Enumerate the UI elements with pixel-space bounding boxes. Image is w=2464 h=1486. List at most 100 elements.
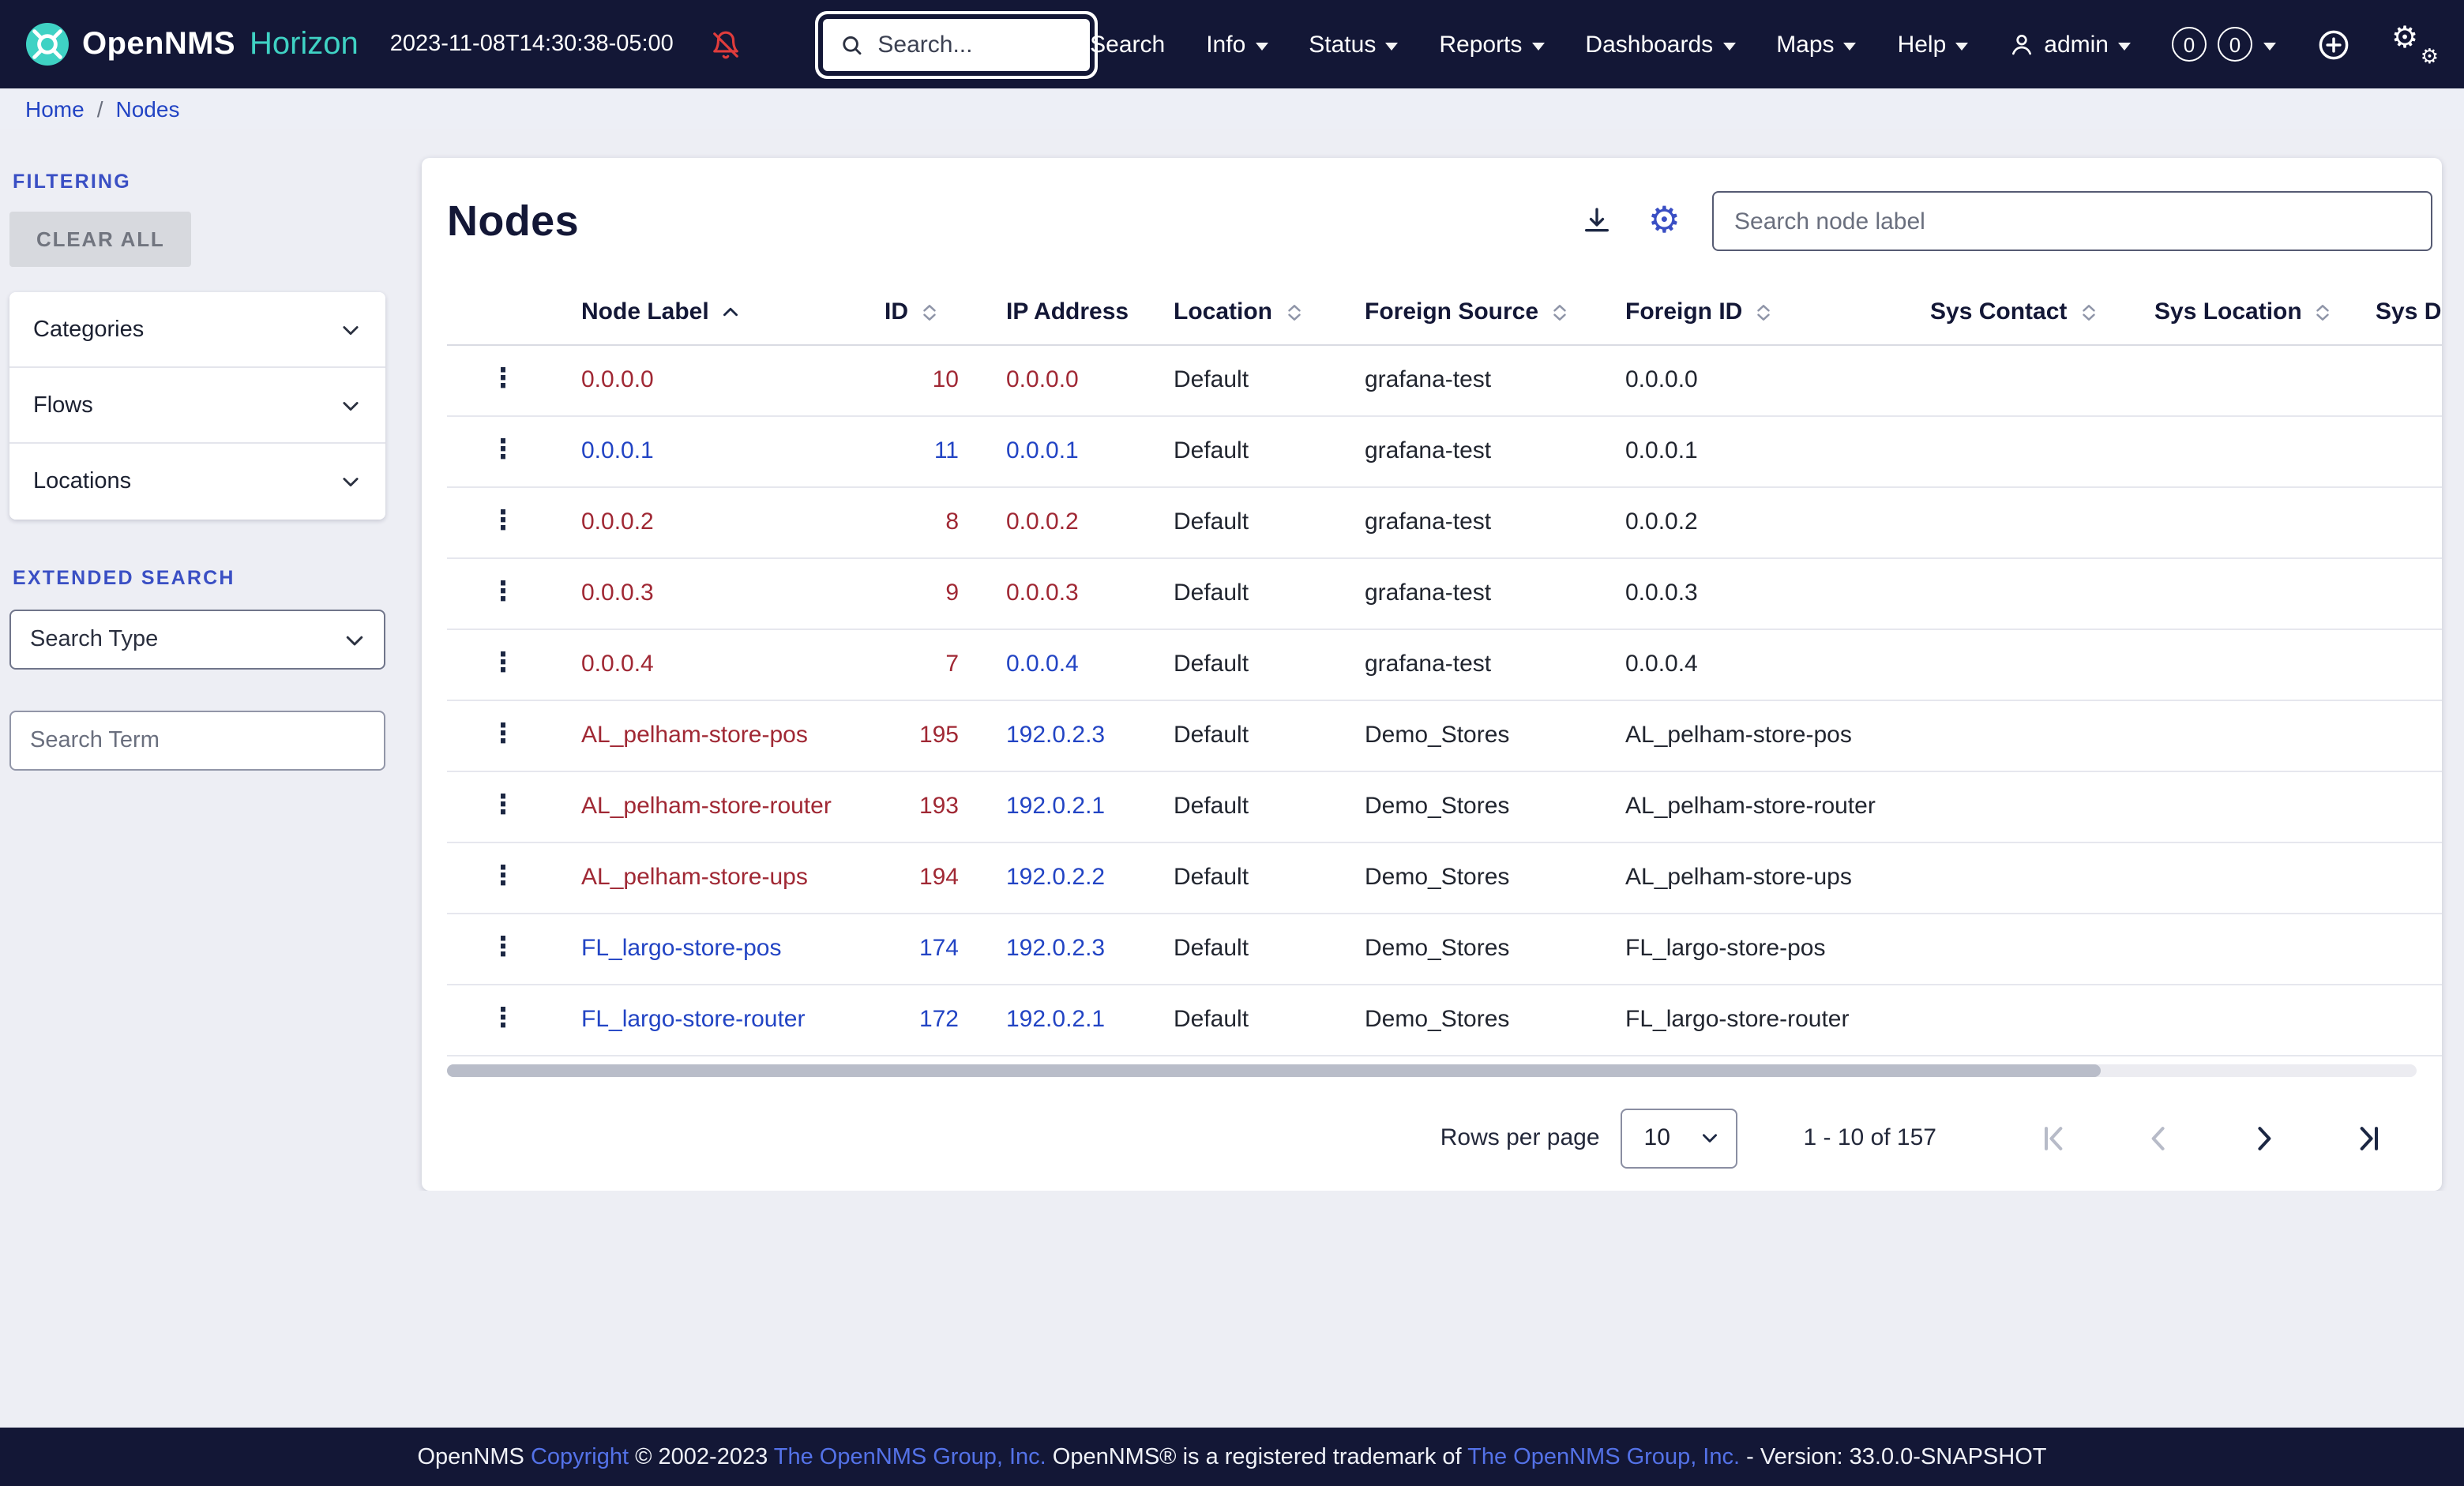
node-label-link[interactable]: AL_pelham-store-pos xyxy=(581,722,808,749)
cell-foreign-id: 0.0.0.1 xyxy=(1625,415,1930,487)
export-download-icon[interactable] xyxy=(1582,205,1613,237)
nav-item-info[interactable]: Info xyxy=(1206,31,1268,58)
nav-item-dashboards[interactable]: Dashboards xyxy=(1585,31,1736,58)
node-id-link[interactable]: 174 xyxy=(919,935,959,962)
row-actions-menu-icon[interactable]: ⋮ xyxy=(490,1003,516,1034)
column-header-node-label[interactable]: Node Label xyxy=(581,281,885,345)
column-header-foreign-source[interactable]: Foreign Source xyxy=(1365,281,1625,345)
notification-count-badge[interactable]: 0 xyxy=(2218,27,2252,62)
node-ip-link[interactable]: 0.0.0.2 xyxy=(1006,508,1079,535)
node-ip-link[interactable]: 192.0.2.3 xyxy=(1006,722,1105,749)
row-actions-menu-icon[interactable]: ⋮ xyxy=(490,790,516,821)
node-id-link[interactable]: 194 xyxy=(919,864,959,891)
node-ip-link[interactable]: 192.0.2.3 xyxy=(1006,935,1105,962)
node-id-link[interactable]: 9 xyxy=(945,580,959,606)
nav-item-reports[interactable]: Reports xyxy=(1439,31,1545,58)
node-id-link[interactable]: 193 xyxy=(919,793,959,820)
column-header-location[interactable]: Location xyxy=(1174,281,1365,345)
node-id-link[interactable]: 10 xyxy=(933,366,959,393)
previous-page-button[interactable] xyxy=(2142,1120,2177,1155)
filter-accordion-flows[interactable]: Flows xyxy=(9,368,385,444)
cell-foreign-id: FL_largo-store-router xyxy=(1625,984,1930,1056)
node-label-link[interactable]: FL_largo-store-router xyxy=(581,1006,805,1033)
cell-location: Default xyxy=(1174,629,1365,700)
chevron-down-icon xyxy=(2118,42,2131,50)
node-id-link[interactable]: 8 xyxy=(945,508,959,535)
global-search-input[interactable] xyxy=(877,31,1073,58)
rows-per-page-select[interactable]: 10 xyxy=(1620,1108,1737,1168)
cell-location: Default xyxy=(1174,984,1365,1056)
nav-item-maps[interactable]: Maps xyxy=(1776,31,1857,58)
node-label-link[interactable]: AL_pelham-store-ups xyxy=(581,864,808,891)
row-actions-menu-icon[interactable]: ⋮ xyxy=(490,576,516,608)
filter-accordion-categories[interactable]: Categories xyxy=(9,292,385,368)
row-actions-menu-icon[interactable]: ⋮ xyxy=(490,363,516,395)
row-actions-menu-icon[interactable]: ⋮ xyxy=(490,505,516,537)
node-label-link[interactable]: AL_pelham-store-router xyxy=(581,793,832,820)
node-label-link[interactable]: 0.0.0.3 xyxy=(581,580,654,606)
nav-item-help[interactable]: Help xyxy=(1898,31,1969,58)
node-ip-link[interactable]: 0.0.0.3 xyxy=(1006,580,1079,606)
search-term-input[interactable] xyxy=(9,711,385,771)
footer-link[interactable]: The OpenNMS Group, Inc. xyxy=(1467,1444,1740,1469)
footer-link[interactable]: Copyright xyxy=(531,1444,629,1469)
cell-foreign-source: grafana-test xyxy=(1365,415,1625,487)
node-label-search-input[interactable] xyxy=(1712,191,2432,251)
row-actions-menu-icon[interactable]: ⋮ xyxy=(490,861,516,892)
node-id-link[interactable]: 11 xyxy=(934,437,959,464)
node-ip-link[interactable]: 0.0.0.1 xyxy=(1006,437,1079,464)
column-header-sys-location[interactable]: Sys Location xyxy=(2154,281,2376,345)
node-ip-link[interactable]: 0.0.0.0 xyxy=(1006,366,1079,393)
nav-item-admin[interactable]: admin xyxy=(2009,31,2131,58)
footer-text-segment: OpenNMS xyxy=(417,1444,531,1469)
row-actions-menu-icon[interactable]: ⋮ xyxy=(490,434,516,466)
table-settings-gear-icon[interactable]: ⚙ xyxy=(1648,202,1681,239)
sort-icon xyxy=(1549,300,1570,325)
node-id-link[interactable]: 172 xyxy=(919,1006,959,1033)
search-type-select[interactable]: Search Type xyxy=(9,610,385,670)
node-label-link[interactable]: FL_largo-store-pos xyxy=(581,935,781,962)
column-header-sys-d[interactable]: Sys D xyxy=(2376,281,2442,345)
node-id-link[interactable]: 195 xyxy=(919,722,959,749)
table-row: ⋮ 0.0.0.1 11 0.0.0.1 Default grafana-test 0.0.… xyxy=(447,415,2442,487)
node-label-link[interactable]: 0.0.0.1 xyxy=(581,437,654,464)
rows-per-page-label: Rows per page xyxy=(1440,1124,1600,1151)
column-header-sys-contact[interactable]: Sys Contact xyxy=(1930,281,2154,345)
cell-sys-contact xyxy=(1930,984,2154,1056)
column-header-id[interactable]: ID xyxy=(885,281,1006,345)
nodes-table-wrap: Node Label ID IP Address Location Foreign So… xyxy=(447,281,2442,1056)
opennms-logo-icon xyxy=(26,23,69,66)
row-actions-menu-icon[interactable]: ⋮ xyxy=(490,719,516,750)
node-ip-link[interactable]: 192.0.2.1 xyxy=(1006,1006,1105,1033)
breadcrumb-home[interactable]: Home xyxy=(25,96,85,122)
next-page-button[interactable] xyxy=(2246,1120,2281,1155)
first-page-button[interactable] xyxy=(2038,1120,2072,1155)
footer-link[interactable]: The OpenNMS Group, Inc. xyxy=(774,1444,1046,1469)
node-label-link[interactable]: 0.0.0.2 xyxy=(581,508,654,535)
brand[interactable]: OpenNMS Horizon xyxy=(25,22,359,66)
last-page-button[interactable] xyxy=(2350,1120,2385,1155)
notification-badges[interactable]: 00 xyxy=(2172,27,2276,62)
breadcrumb-current[interactable]: Nodes xyxy=(116,96,180,122)
nav-item-status[interactable]: Status xyxy=(1309,31,1399,58)
column-header-foreign-id[interactable]: Foreign ID xyxy=(1625,281,1930,345)
chevron-down-icon xyxy=(1722,42,1736,50)
nav-item-search[interactable]: Search xyxy=(1090,31,1165,58)
node-label-link[interactable]: 0.0.0.0 xyxy=(581,366,654,393)
clear-all-button[interactable]: CLEAR ALL xyxy=(9,212,192,267)
quick-add-icon[interactable] xyxy=(2317,28,2350,61)
notifications-off-icon[interactable] xyxy=(712,29,742,59)
node-ip-link[interactable]: 0.0.0.4 xyxy=(1006,651,1079,677)
filter-accordion-locations[interactable]: Locations xyxy=(9,444,385,520)
node-ip-link[interactable]: 192.0.2.2 xyxy=(1006,864,1105,891)
node-ip-link[interactable]: 192.0.2.1 xyxy=(1006,793,1105,820)
node-id-link[interactable]: 7 xyxy=(945,651,959,677)
notification-count-badge[interactable]: 0 xyxy=(2172,27,2207,62)
node-label-link[interactable]: 0.0.0.4 xyxy=(581,651,654,677)
cell-sys-location xyxy=(2154,557,2376,629)
row-actions-menu-icon[interactable]: ⋮ xyxy=(490,932,516,963)
chevron-down-icon xyxy=(340,471,362,493)
row-actions-menu-icon[interactable]: ⋮ xyxy=(490,647,516,679)
scrollbar-thumb[interactable] xyxy=(447,1064,2102,1076)
admin-gears-icon[interactable]: ⚙ ⚙ xyxy=(2391,21,2439,69)
